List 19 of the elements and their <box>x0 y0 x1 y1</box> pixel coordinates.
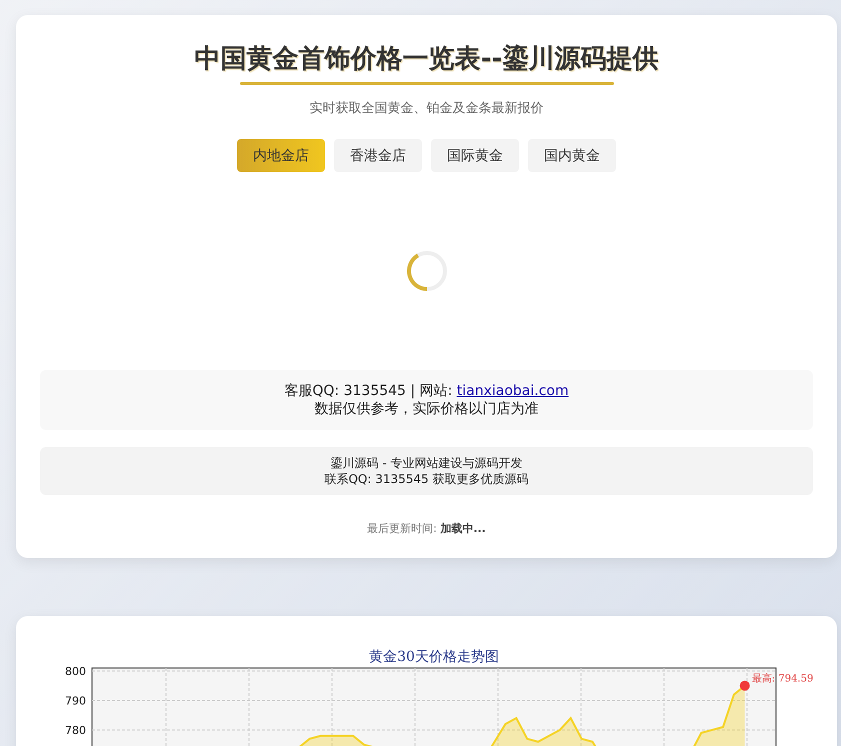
y-tick-label: 780 <box>65 724 86 737</box>
y-tick-label: 800 <box>65 664 86 678</box>
contact-text: 客服QQ: 3135545 | 网站: tianxiaobai.com <box>283 382 570 400</box>
chart-title: 黄金30天价格走势图 <box>369 649 499 665</box>
max-annotation: 最高: 794.59 <box>752 674 814 685</box>
y-tick-label: 790 <box>65 694 86 708</box>
disclaimer-text: 数据仅供参考，实际价格以门店为准 <box>314 400 540 418</box>
subtitle: 实时获取全国黄金、铂金及金条最新报价 <box>310 100 544 117</box>
tab[interactable]: 国内黄金 <box>528 139 616 172</box>
max-point-marker <box>740 680 750 691</box>
loading-spinner-icon <box>406 250 448 292</box>
tab[interactable]: 内地金店 <box>237 139 325 172</box>
tab[interactable]: 国际黄金 <box>431 139 519 172</box>
promo-text: 联系QQ: 3135545 获取更多优质源码 <box>323 471 530 487</box>
last-updated-text: 最后更新时间: 加载中... <box>367 521 486 536</box>
promo-text: 鎏川源码 - 专业网站建设与源码开发 <box>330 455 524 471</box>
page-title: 中国黄金首饰价格一览表--鎏川源码提供 <box>194 43 658 76</box>
tab[interactable]: 香港金店 <box>334 139 422 172</box>
website-link[interactable]: tianxiaobai.com <box>456 383 569 399</box>
